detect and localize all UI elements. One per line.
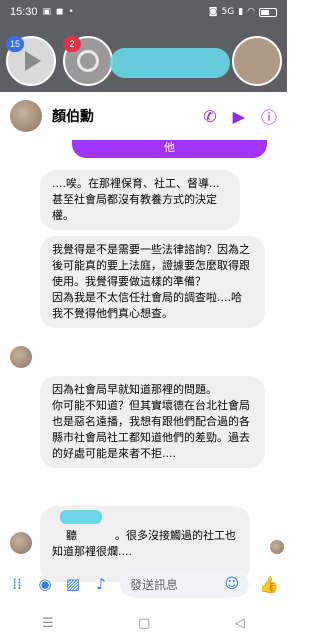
info-icon[interactable]: ⓘ	[261, 104, 277, 128]
message-input[interactable]: 發送訊息 ☺	[120, 570, 250, 598]
message-suffix: 。很多沒接觸過的社工也知道那裡很爛....	[52, 529, 236, 558]
sender-avatar	[10, 346, 32, 368]
unread-badge: 2	[63, 36, 81, 52]
signal-label: 5G	[221, 7, 235, 17]
camera-icon[interactable]: ◉	[36, 575, 54, 593]
like-icon[interactable]: 👍	[259, 575, 279, 594]
outgoing-message[interactable]: 他	[72, 140, 267, 158]
phone-icon[interactable]: ✆	[203, 107, 216, 126]
conversation-header: 顏伯勳 ✆ ▶ ⓘ	[0, 92, 287, 140]
nfc-icon: ◙	[208, 7, 218, 17]
incoming-message[interactable]: 因為社會局早就知道那裡的問題。 你可能不知道？但其實壞德在台北社會局也是惡名遠播…	[40, 376, 265, 468]
notification-icon: •	[68, 7, 74, 17]
chat-head[interactable]: 2	[63, 36, 113, 86]
message-list[interactable]: 他 ....唉。在那裡保育、社工、督導...甚至社會局都沒有教養方式的決定權。 …	[0, 140, 287, 582]
incoming-message[interactable]: ....唉。在那裡保育、社工、督導...甚至社會局都沒有教養方式的決定權。	[40, 170, 240, 230]
sender-avatar	[10, 532, 32, 554]
avatar[interactable]	[10, 100, 42, 132]
recent-apps-icon[interactable]: ☰	[42, 616, 54, 631]
signal-icon: ▮	[238, 7, 244, 17]
apps-icon[interactable]: ⁞⁞	[8, 575, 26, 593]
chat-heads-overlay: 15:30 ▣ ◼ • ◙ 5G ▮ ◠ 15 2	[0, 0, 287, 92]
status-time: 15:30	[10, 6, 38, 18]
message-placeholder: 發送訊息	[130, 577, 179, 592]
redaction-mark	[60, 510, 102, 524]
microphone-icon[interactable]: ♪	[92, 575, 110, 593]
redaction-mark	[110, 48, 230, 78]
video-call-icon[interactable]: ▶	[233, 107, 245, 126]
status-bar: 15:30 ▣ ◼ • ◙ 5G ▮ ◠	[0, 0, 287, 24]
loading-icon	[77, 50, 99, 72]
contact-name[interactable]: 顏伯勳	[52, 106, 94, 126]
message-composer: ⁞⁞ ◉ ▨ ♪ 發送訊息 ☺ 👍	[0, 565, 287, 603]
notification-icon: ◼	[56, 7, 64, 17]
home-icon[interactable]: ▢	[138, 616, 150, 631]
chat-head-active[interactable]	[232, 36, 282, 86]
unread-badge: 15	[6, 36, 25, 52]
message-prefix: 聽	[66, 529, 77, 542]
gallery-icon[interactable]: ▨	[64, 575, 82, 593]
back-icon[interactable]: ◁	[235, 616, 245, 631]
wifi-icon: ◠	[247, 7, 255, 17]
system-nav-bar: ☰ ▢ ◁	[0, 606, 287, 640]
play-icon	[25, 51, 41, 71]
notification-icon: ▣	[42, 7, 52, 17]
seen-avatar	[270, 540, 284, 554]
battery-icon	[259, 7, 277, 17]
incoming-message[interactable]: 我覺得是不是需要一些法律諮詢？因為之後可能真的要上法庭，證據要怎麼取得跟使用。我…	[40, 236, 265, 328]
emoji-icon[interactable]: ☺	[224, 576, 239, 592]
chat-head-video[interactable]: 15	[6, 36, 56, 86]
